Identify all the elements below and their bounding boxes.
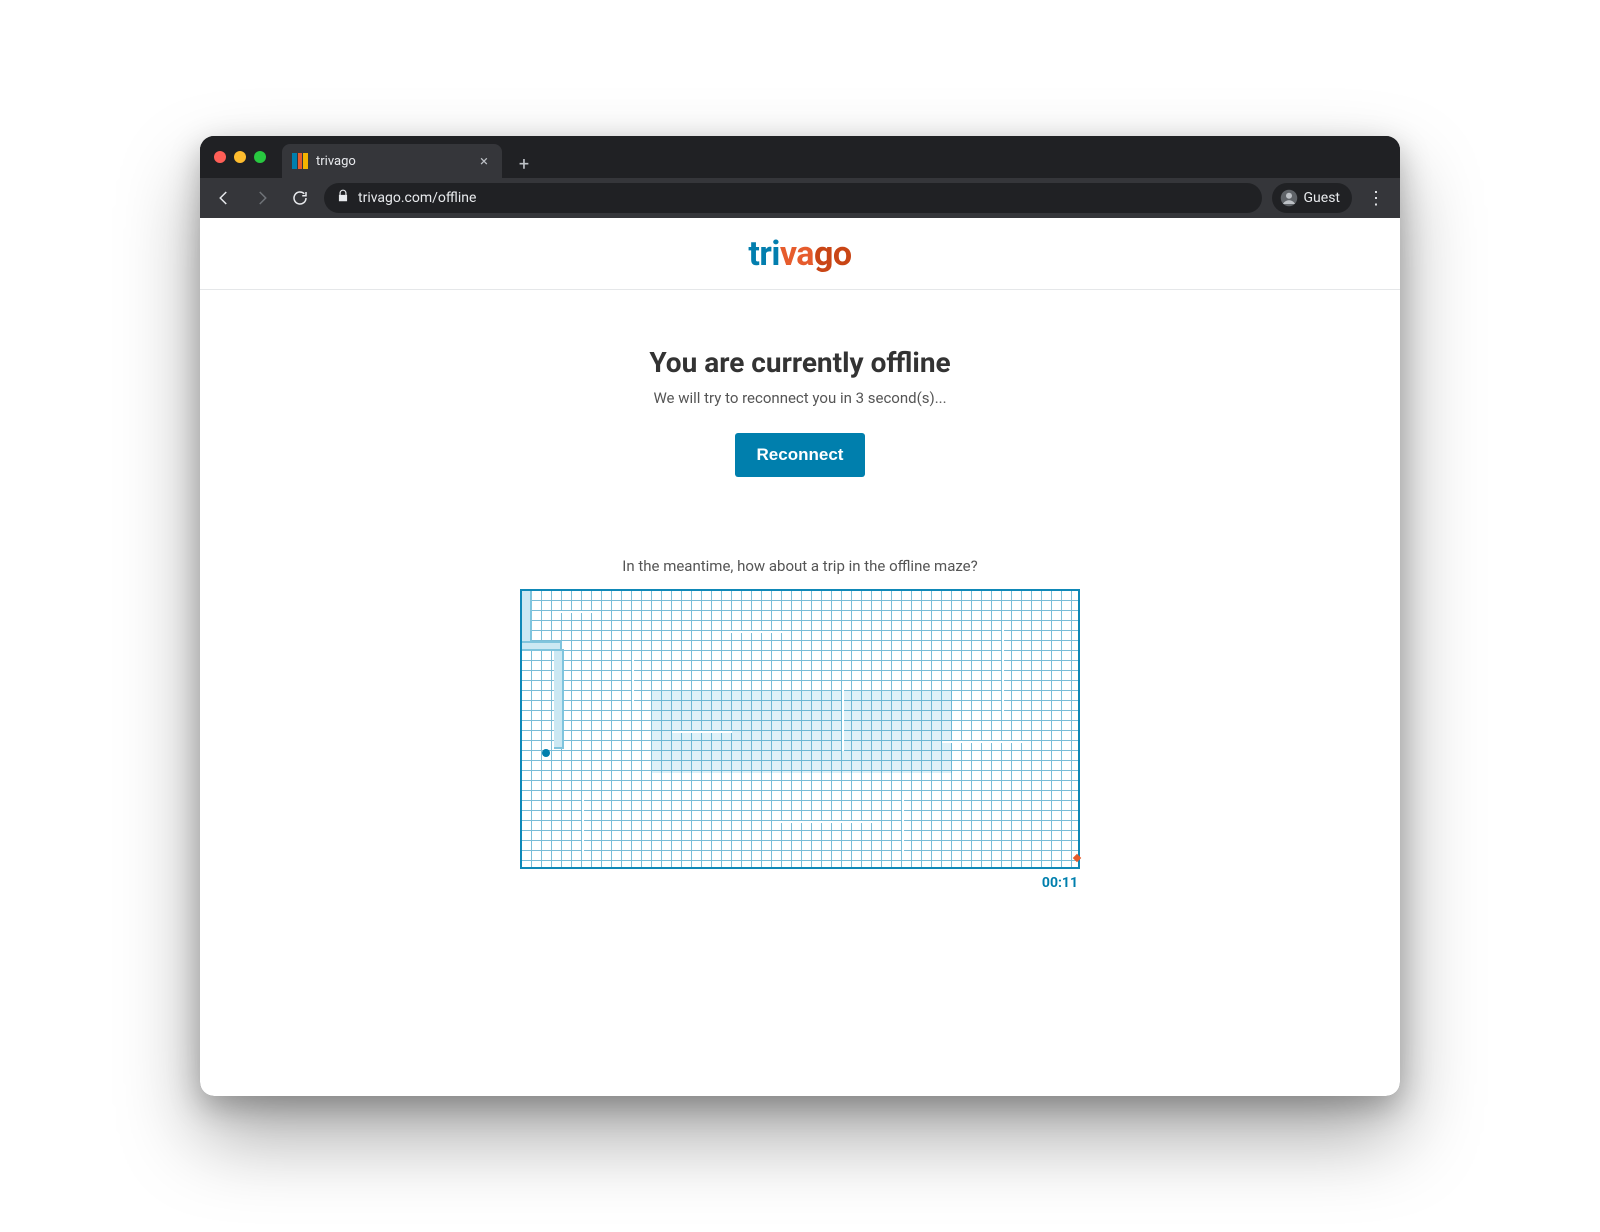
reconnect-status: We will try to reconnect you in 3 second… bbox=[653, 389, 946, 407]
browser-menu-icon[interactable]: ⋮ bbox=[1362, 188, 1390, 209]
offline-content: You are currently offline We will try to… bbox=[200, 290, 1400, 1096]
logo-part-tri: tri bbox=[748, 234, 779, 274]
maze-trail bbox=[522, 591, 532, 651]
window-controls bbox=[210, 151, 266, 163]
browser-toolbar: trivago.com/offline Guest ⋮ bbox=[200, 178, 1400, 218]
site-header: trivago bbox=[200, 218, 1400, 290]
browser-tabstrip: trivago × + bbox=[200, 136, 1400, 178]
address-bar[interactable]: trivago.com/offline bbox=[324, 183, 1262, 213]
person-icon bbox=[1280, 189, 1298, 207]
logo-part-go: go bbox=[814, 234, 852, 274]
reload-button[interactable] bbox=[286, 184, 314, 212]
tab-close-icon[interactable]: × bbox=[476, 153, 492, 169]
back-button[interactable] bbox=[210, 184, 238, 212]
trivago-logo: trivago bbox=[748, 234, 851, 274]
forward-button[interactable] bbox=[248, 184, 276, 212]
window-zoom-icon[interactable] bbox=[254, 151, 266, 163]
address-bar-url: trivago.com/offline bbox=[358, 190, 476, 206]
profile-label: Guest bbox=[1304, 190, 1340, 206]
new-tab-button[interactable]: + bbox=[510, 150, 538, 178]
window-minimize-icon[interactable] bbox=[234, 151, 246, 163]
maze-trail bbox=[554, 649, 564, 749]
maze-prompt: In the meantime, how about a trip in the… bbox=[622, 557, 977, 575]
window-close-icon[interactable] bbox=[214, 151, 226, 163]
logo-part-va: va bbox=[780, 234, 814, 274]
maze-trail bbox=[522, 641, 562, 651]
maze-timer: 00:11 bbox=[1042, 875, 1080, 891]
trivago-favicon-icon bbox=[292, 153, 308, 169]
lock-icon bbox=[336, 189, 350, 207]
maze-exit-icon bbox=[1073, 854, 1081, 862]
offline-maze[interactable] bbox=[520, 589, 1080, 869]
profile-chip[interactable]: Guest bbox=[1272, 183, 1352, 213]
browser-window: trivago × + trivago.com/offline Guest ⋮ bbox=[200, 136, 1400, 1096]
maze-player-icon bbox=[542, 749, 550, 757]
reconnect-button[interactable]: Reconnect bbox=[735, 433, 866, 477]
maze-area: 00:11 bbox=[520, 589, 1080, 891]
page-viewport: trivago You are currently offline We wil… bbox=[200, 218, 1400, 1096]
page-title: You are currently offline bbox=[649, 346, 950, 379]
tab-title: trivago bbox=[316, 154, 468, 169]
browser-tab[interactable]: trivago × bbox=[282, 144, 502, 178]
